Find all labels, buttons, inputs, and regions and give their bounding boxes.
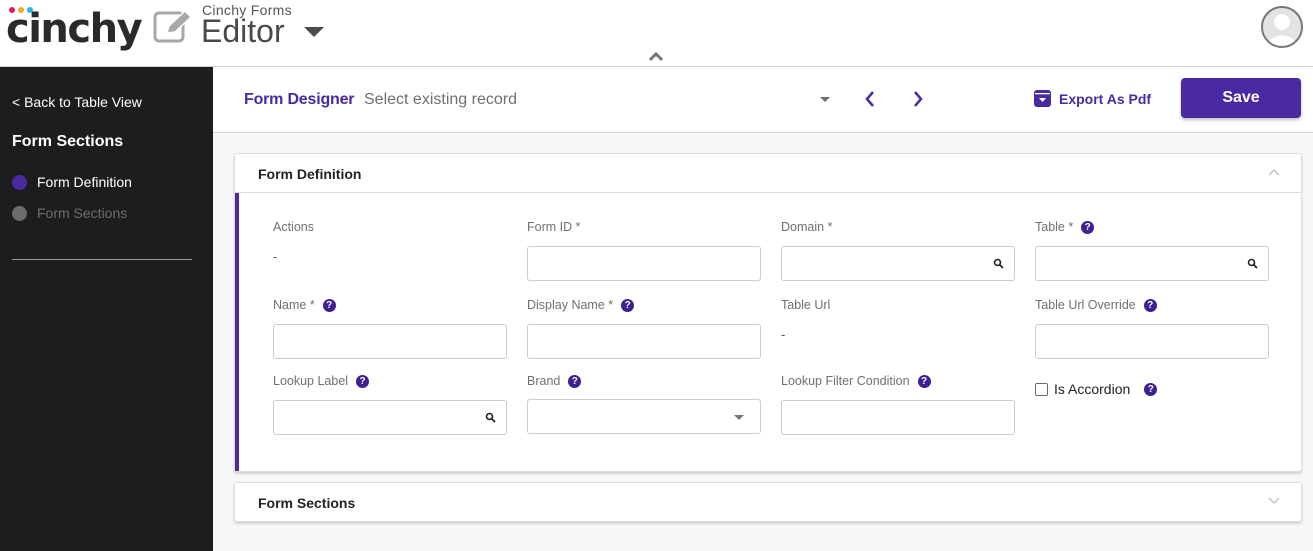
form-id-input[interactable] (527, 246, 761, 281)
lookup-filter-condition-input[interactable] (781, 400, 1015, 435)
chevron-up-icon[interactable] (649, 52, 663, 62)
actions-label: Actions (273, 220, 314, 234)
sidebar: < Back to Table View Form Sections Form … (0, 67, 213, 551)
table-url-label: Table Url (781, 298, 831, 312)
caret-down-icon[interactable] (304, 27, 324, 37)
form-designer-label[interactable]: Form Designer (244, 91, 355, 109)
sidebar-item-form-definition[interactable]: Form Definition (12, 174, 132, 190)
form-id-label: Form ID * (527, 220, 581, 234)
help-icon[interactable]: ? (1144, 382, 1158, 396)
lookup-label-input[interactable] (273, 400, 507, 435)
export-pdf-button[interactable]: Export As Pdf (1034, 90, 1151, 107)
brand-select[interactable] (527, 399, 761, 434)
export-pdf-label: Export As Pdf (1059, 90, 1152, 107)
display-name-input[interactable] (527, 324, 761, 359)
is-accordion-label: Is Accordion (1054, 381, 1131, 397)
back-to-table-view-link[interactable]: < Back to Table View (12, 94, 142, 110)
panel-title: Form Definition (258, 166, 362, 182)
help-icon[interactable]: ? (1081, 220, 1095, 234)
sidebar-item-label: Form Sections (37, 205, 128, 221)
search-icon[interactable] (485, 412, 496, 423)
is-accordion-field: Is Accordion ? (1035, 381, 1158, 397)
form-sections-header[interactable]: Form Sections (235, 483, 1301, 521)
sidebar-title: Form Sections (12, 133, 124, 150)
name-input[interactable] (273, 324, 507, 359)
form-definition-header[interactable]: Form Definition (235, 154, 1301, 193)
domain-input[interactable] (781, 246, 1015, 281)
lookup-filter-condition-label: Lookup Filter Condition? (781, 374, 931, 388)
form-definition-body: Actions - Form ID * Domain * Table *? Na… (235, 193, 1301, 471)
user-avatar-icon[interactable] (1261, 6, 1303, 48)
form-sections-panel: Form Sections (234, 482, 1302, 522)
active-dot-icon (12, 174, 27, 190)
record-select[interactable]: Select existing record (364, 91, 517, 109)
help-icon[interactable]: ? (322, 298, 336, 312)
help-icon[interactable]: ? (1143, 298, 1157, 312)
brand-label: Brand? (527, 374, 582, 388)
chevron-left-icon[interactable] (863, 89, 877, 109)
actions-value: - (273, 249, 278, 264)
domain-label: Domain * (781, 220, 833, 234)
logo-dots (9, 7, 33, 13)
form-toolbar: Form Designer Select existing record Exp… (213, 67, 1313, 133)
help-icon[interactable]: ? (568, 374, 582, 388)
help-icon[interactable]: ? (917, 374, 931, 388)
caret-down-icon[interactable] (734, 415, 744, 420)
top-bar: cinchy Cinchy Forms Editor (0, 0, 1313, 67)
logo-dot (9, 7, 15, 13)
sidebar-divider (12, 259, 192, 260)
table-url-override-label: Table Url Override? (1035, 298, 1157, 312)
logo-dot (18, 7, 24, 13)
sidebar-item-label: Form Definition (37, 174, 132, 190)
name-label: Name *? (273, 298, 336, 312)
search-icon[interactable] (993, 258, 1004, 269)
help-icon[interactable]: ? (356, 374, 370, 388)
table-input[interactable] (1035, 246, 1269, 281)
sidebar-item-form-sections[interactable]: Form Sections (12, 205, 127, 221)
chevron-down-icon[interactable] (1268, 497, 1280, 505)
logo-dot (27, 7, 33, 13)
lookup-label-label: Lookup Label? (273, 374, 370, 388)
display-name-label: Display Name *? (527, 298, 635, 312)
caret-down-icon[interactable] (820, 97, 830, 102)
panel-title: Form Sections (258, 495, 356, 511)
search-icon[interactable] (1247, 258, 1258, 269)
table-url-value: - (781, 327, 786, 342)
help-icon[interactable]: ? (621, 298, 635, 312)
form-definition-panel: Form Definition Actions - Form ID * Doma… (234, 153, 1302, 472)
archive-download-icon (1034, 90, 1051, 107)
pencil-square-icon (153, 9, 193, 43)
inactive-dot-icon (12, 205, 27, 221)
chevron-right-icon[interactable] (911, 89, 925, 109)
save-button[interactable]: Save (1181, 78, 1301, 118)
table-url-override-input[interactable] (1035, 324, 1269, 359)
is-accordion-checkbox[interactable] (1035, 382, 1048, 396)
table-label: Table *? (1035, 220, 1095, 234)
chevron-up-icon[interactable] (1268, 168, 1280, 176)
app-title: Editor (201, 13, 285, 49)
